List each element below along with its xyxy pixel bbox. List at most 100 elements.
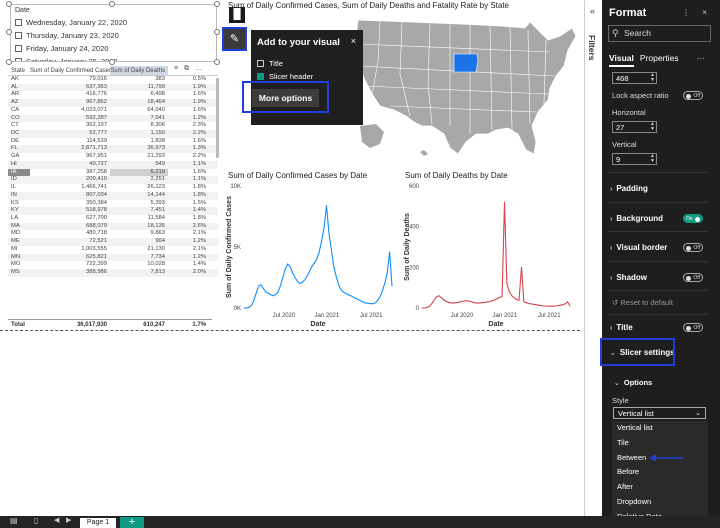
data-point: [367, 302, 369, 304]
dropdown-option[interactable]: Dropdown: [612, 495, 708, 510]
checkbox-slicer-header[interactable]: [257, 73, 264, 80]
tab-properties[interactable]: Properties: [640, 53, 679, 67]
table-row[interactable]: MS 388,986 7,813 2.0%: [8, 268, 218, 277]
more-options-button[interactable]: More options: [252, 89, 319, 107]
dropdown-option[interactable]: After: [612, 480, 708, 495]
state-table[interactable]: State Sum of Daily Confirmed Cases Sum o…: [8, 66, 218, 330]
spinner-icon[interactable]: ▲ ▼: [650, 73, 655, 83]
slicer-checkbox[interactable]: [15, 45, 22, 52]
resize-handle[interactable]: [214, 29, 220, 35]
top-number-field[interactable]: 468 ▲ ▼: [612, 72, 657, 84]
table-row[interactable]: AZ 967,862 18,464 1.9%: [8, 99, 218, 107]
spinner-icon[interactable]: ▲ ▼: [650, 154, 655, 164]
table-row[interactable]: MO 722,399 10,028 1.4%: [8, 261, 218, 269]
column-header-state[interactable]: State: [8, 66, 30, 75]
table-row[interactable]: MI 1,003,555 21,130 2.1%: [8, 246, 218, 254]
filters-pane[interactable]: « Filters: [584, 0, 602, 516]
slicer-item[interactable]: Thursday, January 23, 2020: [11, 29, 216, 42]
column-header-cases[interactable]: Sum of Daily Confirmed Cases: [30, 66, 110, 75]
phone-icon[interactable]: ▯: [34, 516, 38, 525]
deaths-line-chart[interactable]: 6004002000Jul 2020 Jan 2021 Jul 2021DateSu…: [400, 180, 576, 330]
horizontal-field[interactable]: 27 ▲ ▼: [612, 121, 657, 133]
table-row[interactable]: IL 1,466,741 26,123 1.8%: [8, 184, 218, 192]
table-row[interactable]: IN 807,034 14,144 1.8%: [8, 191, 218, 200]
lock-aspect-toggle[interactable]: Off: [683, 91, 703, 100]
title-toggle[interactable]: Off: [683, 323, 703, 332]
resize-handle[interactable]: [109, 1, 115, 7]
shadow-toggle[interactable]: Off: [683, 273, 703, 282]
date-slicer[interactable]: Date Wednesday, January 22, 2020 Thursday…: [10, 4, 217, 62]
slicer-checkbox[interactable]: [15, 58, 22, 61]
close-icon[interactable]: ×: [351, 36, 356, 46]
collapse-icon[interactable]: «: [590, 6, 595, 16]
options-group[interactable]: ⌄ Options: [614, 378, 652, 387]
data-point: [279, 285, 281, 287]
table-row[interactable]: KS 350,384 5,393 1.5%: [8, 200, 218, 208]
more-icon[interactable]: ···: [697, 53, 706, 67]
table-row[interactable]: AK 79,016 383 0.5%: [8, 76, 218, 84]
vertical-field[interactable]: 9 ▲ ▼: [612, 153, 657, 165]
section-label: Visual border: [616, 243, 668, 252]
us-map[interactable]: [350, 14, 590, 164]
table-row[interactable]: MD 480,718 9,863 2.1%: [8, 230, 218, 238]
mobile-layout-icon[interactable]: ▤: [10, 516, 18, 525]
table-row[interactable]: ME 72,521 904 1.2%: [8, 238, 218, 246]
add-page-button[interactable]: +: [120, 517, 144, 528]
format-visual-icon[interactable]: ✎: [222, 27, 247, 51]
table-row[interactable]: MN 625,821 7,734 1.2%: [8, 253, 218, 262]
table-row[interactable]: HI 49,727 549 1.1%: [8, 160, 218, 169]
slicer-checkbox[interactable]: [15, 32, 22, 39]
visual-border-toggle[interactable]: Off: [683, 243, 703, 252]
background-toggle[interactable]: On: [683, 214, 703, 223]
table-row[interactable]: AL 637,363 11,799 1.9%: [8, 83, 218, 92]
slicer-item[interactable]: Wednesday, January 22, 2020: [11, 16, 216, 29]
section-background[interactable]: › Background: [610, 214, 663, 223]
slicer-checkbox[interactable]: [15, 19, 22, 26]
style-dropdown[interactable]: Vertical list ⌄: [613, 407, 706, 419]
resize-handle[interactable]: [214, 59, 220, 65]
popup-option-title[interactable]: Title: [251, 57, 363, 70]
table-row[interactable]: MA 688,079 18,135 2.6%: [8, 222, 218, 231]
resize-handle[interactable]: [6, 1, 12, 7]
table-row[interactable]: CT 362,197 8,306 2.3%: [8, 122, 218, 130]
resize-handle[interactable]: [214, 1, 220, 7]
table-row[interactable]: KY 518,978 7,451 1.4%: [8, 207, 218, 215]
table-row[interactable]: CA 4,023,071 64,040 1.6%: [8, 107, 218, 115]
checkbox-title[interactable]: [257, 60, 264, 67]
cell-cases: 1,003,555: [81, 245, 107, 252]
table-row[interactable]: DC 52,777 1,150 2.2%: [8, 130, 218, 138]
resize-handle[interactable]: [109, 59, 115, 65]
table-row[interactable]: AR 416,776 6,498 1.6%: [8, 91, 218, 99]
next-page-icon[interactable]: ▶: [66, 516, 71, 524]
slicer-item[interactable]: Friday, January 24, 2020: [11, 42, 216, 55]
dropdown-option[interactable]: Before: [612, 465, 708, 480]
table-row[interactable]: LA 627,700 11,584 1.8%: [8, 215, 218, 223]
section-title[interactable]: › Title: [610, 323, 633, 332]
page-tab[interactable]: Page 1: [80, 518, 116, 528]
section-visual-border[interactable]: › Visual border: [610, 243, 667, 252]
pane-options-icon[interactable]: ⋮ ×: [682, 8, 712, 17]
prev-page-icon[interactable]: ◀: [54, 516, 59, 524]
column-header-rate[interactable]: [168, 66, 212, 75]
cases-line-chart[interactable]: 10K 5K 0K Jul 2020 Jan 2021 Jul 2021 Date Sum o…: [222, 180, 398, 330]
reset-to-default[interactable]: ↺ Reset to default: [612, 298, 673, 307]
table-row[interactable]: GA 967,951 21,293 2.2%: [8, 153, 218, 161]
search-input[interactable]: ⚲ Search: [608, 25, 711, 42]
table-row[interactable]: IA 387,258 6,210 1.6%: [8, 168, 218, 177]
tab-visual[interactable]: Visual: [609, 53, 634, 67]
cell-cases: 72,521: [89, 238, 107, 245]
section-shadow[interactable]: › Shadow: [610, 273, 647, 282]
dropdown-option[interactable]: Vertical list: [612, 421, 708, 436]
table-row[interactable]: DE 114,539 1,838 1.6%: [8, 138, 218, 146]
table-row[interactable]: CO 592,287 7,041 1.2%: [8, 114, 218, 123]
table-row[interactable]: ID 209,410 2,251 1.1%: [8, 176, 218, 185]
column-header-deaths[interactable]: Sum of Daily Deaths: [110, 66, 168, 75]
table-row[interactable]: FL 2,871,713 36,973 1.3%: [8, 145, 218, 154]
resize-handle[interactable]: [6, 29, 12, 35]
dropdown-option[interactable]: Tile: [612, 436, 708, 451]
resize-handle[interactable]: [6, 59, 12, 65]
cell-state: AL: [11, 83, 19, 90]
table-scrollbar[interactable]: [216, 78, 219, 158]
spinner-icon[interactable]: ▲ ▼: [650, 122, 655, 132]
section-padding[interactable]: › Padding: [610, 184, 648, 193]
